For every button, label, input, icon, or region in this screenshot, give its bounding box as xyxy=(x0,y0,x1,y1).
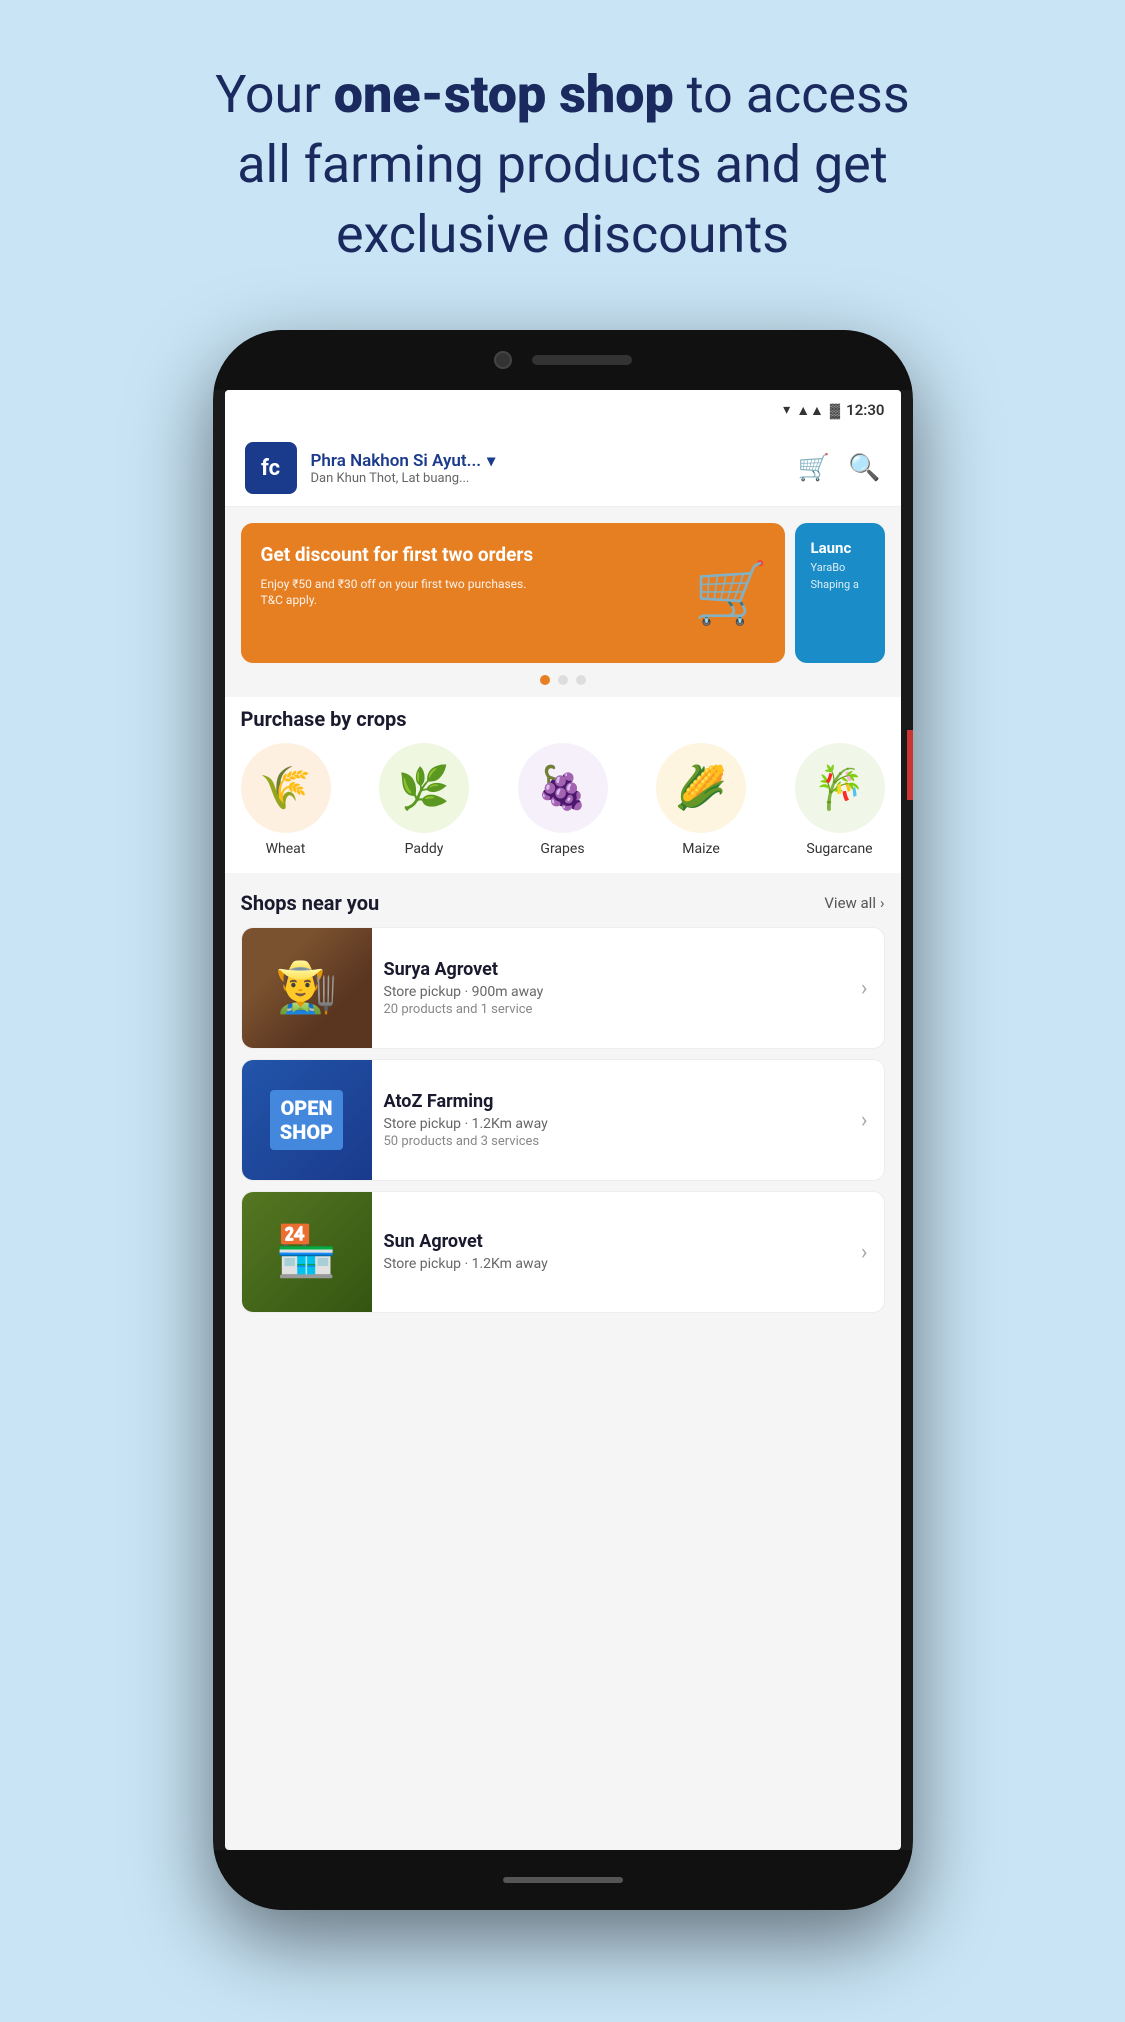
shop-name-atoz: AtoZ Farming xyxy=(384,1091,849,1112)
crop-label-sugarcane: Sugarcane xyxy=(806,841,872,857)
dot-1[interactable] xyxy=(540,675,550,685)
shop-card-atoz[interactable]: OPENSHOP AtoZ Farming Store pickup · 1.2… xyxy=(241,1059,885,1181)
location-name[interactable]: Phra Nakhon Si Ayut... ▾ xyxy=(311,451,784,471)
crop-item-sugarcane[interactable]: 🎋 Sugarcane xyxy=(795,743,885,857)
crops-row: 🌾 Wheat 🌿 Paddy 🍇 Grapes 🌽 Maize xyxy=(225,743,901,857)
shop-pickup-atoz: Store pickup · 1.2Km away xyxy=(384,1116,849,1132)
crop-item-grapes[interactable]: 🍇 Grapes xyxy=(518,743,608,857)
shop-info-sun: Sun Agrovet Store pickup · 1.2Km away xyxy=(372,1215,861,1290)
shop-image-surya xyxy=(242,928,372,1048)
shop-info-atoz: AtoZ Farming Store pickup · 1.2Km away 5… xyxy=(372,1075,861,1165)
header-icons: 🛒 🔍 xyxy=(798,453,881,483)
crops-section-title: Purchase by crops xyxy=(241,707,407,731)
shop-arrow-surya: › xyxy=(861,976,884,1001)
phone-mockup: ▾ ▲▲ ▓ 12:30 fc Phra Nakhon Si Ayut... ▾… xyxy=(213,330,913,2010)
crop-item-paddy[interactable]: 🌿 Paddy xyxy=(379,743,469,857)
search-icon[interactable]: 🔍 xyxy=(848,453,880,483)
shop-pickup-sun: Store pickup · 1.2Km away xyxy=(384,1256,849,1272)
crop-circle-maize: 🌽 xyxy=(656,743,746,833)
banner-basket-icon: 🛒 xyxy=(694,558,769,629)
status-bar: ▾ ▲▲ ▓ 12:30 xyxy=(225,390,901,430)
crop-circle-wheat: 🌾 xyxy=(241,743,331,833)
shops-section: Shops near you View all › Surya Agrovet … xyxy=(225,881,901,1313)
shop-name-surya: Surya Agrovet xyxy=(384,959,849,980)
shop-image-sun xyxy=(242,1192,372,1312)
status-time: 12:30 xyxy=(846,401,884,419)
crop-circle-paddy: 🌿 xyxy=(379,743,469,833)
phone-bottom-bar xyxy=(213,1850,913,1910)
fc-logo: fc xyxy=(245,442,297,494)
crops-section: Purchase by crops 🌾 Wheat 🌿 Paddy 🍇 Grap… xyxy=(225,697,901,873)
phone-screen: ▾ ▲▲ ▓ 12:30 fc Phra Nakhon Si Ayut... ▾… xyxy=(225,390,901,1850)
banner-secondary-sub: YaraBo xyxy=(811,561,869,574)
shops-section-header: Shops near you View all › xyxy=(225,881,901,927)
shop-card-surya[interactable]: Surya Agrovet Store pickup · 900m away 2… xyxy=(241,927,885,1049)
phone-frame: ▾ ▲▲ ▓ 12:30 fc Phra Nakhon Si Ayut... ▾… xyxy=(213,330,913,1910)
chevron-right-icon: › xyxy=(880,894,885,912)
status-icons: ▾ ▲▲ ▓ 12:30 xyxy=(783,401,884,419)
phone-top-bar xyxy=(213,330,913,390)
phone-volume-button xyxy=(907,730,913,800)
carousel-dots xyxy=(225,663,901,697)
banner-secondary-sub2: Shaping a xyxy=(811,578,869,591)
dot-2[interactable] xyxy=(558,675,568,685)
view-all-button[interactable]: View all › xyxy=(824,894,884,912)
banner-secondary[interactable]: Launc YaraBo Shaping a xyxy=(795,523,885,663)
app-header: fc Phra Nakhon Si Ayut... ▾ Dan Khun Tho… xyxy=(225,430,901,507)
tagline-bold: one-stop shop xyxy=(334,64,674,125)
crop-label-maize: Maize xyxy=(682,841,720,857)
shop-arrow-atoz: › xyxy=(861,1108,884,1133)
banner-secondary-title: Launc xyxy=(811,539,869,557)
dot-3[interactable] xyxy=(576,675,586,685)
banner-main-subtitle: Enjoy ₹50 and ₹30 off on your first two … xyxy=(261,576,538,610)
shop-image-atoz: OPENSHOP xyxy=(242,1060,372,1180)
shops-section-title: Shops near you xyxy=(241,891,380,915)
shop-arrow-sun: › xyxy=(861,1240,884,1265)
banner-main-title: Get discount for first two orders xyxy=(261,543,538,568)
crop-circle-sugarcane: 🎋 xyxy=(795,743,885,833)
crop-item-wheat[interactable]: 🌾 Wheat xyxy=(241,743,331,857)
chevron-down-icon: ▾ xyxy=(487,451,495,470)
shop-products-surya: 20 products and 1 service xyxy=(384,1002,849,1017)
crops-section-header: Purchase by crops xyxy=(225,697,901,743)
shop-pickup-surya: Store pickup · 900m away xyxy=(384,984,849,1000)
open-sign: OPENSHOP xyxy=(270,1090,343,1150)
phone-speaker xyxy=(532,355,632,365)
crop-label-paddy: Paddy xyxy=(405,841,444,857)
shop-name-sun: Sun Agrovet xyxy=(384,1231,849,1252)
crop-label-wheat: Wheat xyxy=(266,841,306,857)
location-sub: Dan Khun Thot, Lat buang... xyxy=(311,471,784,486)
banner-main[interactable]: Get discount for first two orders Enjoy … xyxy=(241,523,785,663)
phone-camera xyxy=(494,351,512,369)
crop-label-grapes: Grapes xyxy=(540,841,584,857)
signal-icon: ▲▲ xyxy=(796,402,824,419)
crop-item-maize[interactable]: 🌽 Maize xyxy=(656,743,746,857)
banner-section: Get discount for first two orders Enjoy … xyxy=(225,507,901,663)
shop-card-sun[interactable]: Sun Agrovet Store pickup · 1.2Km away › xyxy=(241,1191,885,1313)
tagline-text: Your one-stop shop to access all farming… xyxy=(215,64,909,265)
tagline: Your one-stop shop to access all farming… xyxy=(0,0,1125,301)
crop-circle-grapes: 🍇 xyxy=(518,743,608,833)
battery-icon: ▓ xyxy=(830,402,840,419)
cart-icon[interactable]: 🛒 xyxy=(798,453,830,483)
shop-products-atoz: 50 products and 3 services xyxy=(384,1134,849,1149)
home-indicator xyxy=(503,1877,623,1883)
location-info[interactable]: Phra Nakhon Si Ayut... ▾ Dan Khun Thot, … xyxy=(311,451,784,486)
shop-info-surya: Surya Agrovet Store pickup · 900m away 2… xyxy=(372,943,861,1033)
wifi-icon: ▾ xyxy=(783,402,790,418)
